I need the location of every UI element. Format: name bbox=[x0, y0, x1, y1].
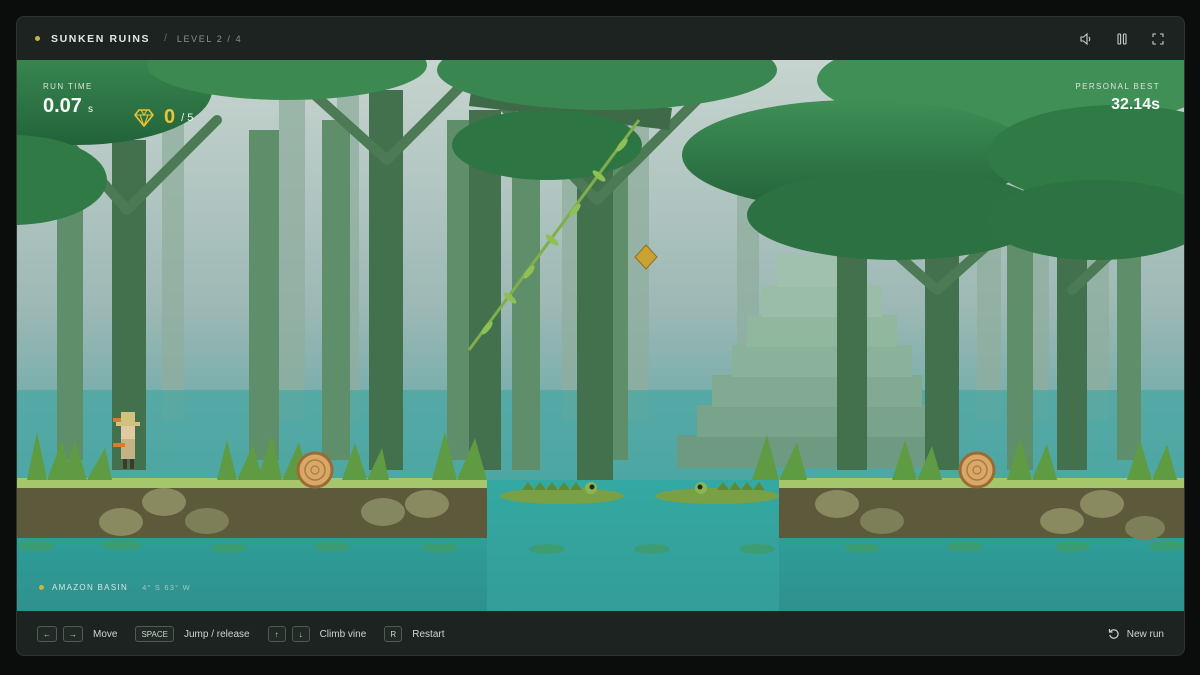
pause-icon[interactable] bbox=[1114, 31, 1130, 47]
log-left bbox=[296, 451, 334, 489]
key-r[interactable]: R bbox=[384, 626, 403, 642]
personal-best-value: 32.14s bbox=[1111, 96, 1160, 113]
breadcrumb-separator: / bbox=[164, 33, 167, 44]
key-down[interactable]: ↓ bbox=[291, 626, 310, 642]
level-progress: LEVEL 2 / 4 bbox=[176, 33, 243, 44]
diamond-icon bbox=[134, 108, 154, 127]
run-time-label: RUN TIME bbox=[43, 82, 93, 91]
personal-best: PERSONAL BEST 32.14s bbox=[1075, 82, 1160, 114]
level-status-dot bbox=[35, 36, 40, 41]
run-time-unit: s bbox=[87, 104, 93, 115]
run-time: RUN TIME 0.07 s bbox=[43, 82, 93, 118]
game-window: SUNKEN RUINS / LEVEL 2 / 4 RUN TIME 0.07… bbox=[16, 16, 1185, 656]
new-run-label: New run bbox=[1126, 628, 1164, 640]
location-name: AMAZON BASIN bbox=[52, 583, 129, 592]
gem-counter: 0 / 5 bbox=[134, 106, 193, 129]
control-jump: SPACE Jump / release bbox=[135, 626, 250, 642]
gems-collected: 0 bbox=[164, 106, 176, 128]
log-right bbox=[958, 451, 996, 489]
restart-icon bbox=[1108, 629, 1119, 639]
key-up[interactable]: ↑ bbox=[267, 626, 286, 642]
control-restart-label: Restart bbox=[412, 628, 445, 640]
fullscreen-icon[interactable] bbox=[1150, 31, 1166, 47]
left-bank bbox=[17, 478, 487, 538]
game-scene bbox=[17, 60, 1184, 611]
control-jump-label: Jump / release bbox=[183, 628, 250, 640]
control-restart: R Restart bbox=[384, 626, 445, 642]
key-right[interactable]: → bbox=[63, 626, 83, 642]
key-space[interactable]: SPACE bbox=[135, 626, 174, 642]
gems-total: / 5 bbox=[181, 111, 194, 124]
control-move-label: Move bbox=[93, 628, 118, 640]
control-move: ← → Move bbox=[37, 626, 117, 642]
location-tag: AMAZON BASIN 4° S 63° W bbox=[39, 583, 191, 592]
control-climb: ↑ ↓ Climb vine bbox=[267, 626, 367, 642]
window-controls bbox=[1078, 31, 1166, 47]
new-run-button[interactable]: New run bbox=[1108, 628, 1164, 640]
control-climb-label: Climb vine bbox=[319, 628, 367, 640]
level-name: SUNKEN RUINS bbox=[51, 32, 151, 45]
top-bar: SUNKEN RUINS / LEVEL 2 / 4 bbox=[17, 17, 1184, 60]
personal-best-label: PERSONAL BEST bbox=[1075, 82, 1160, 91]
location-coords: 4° S 63° W bbox=[142, 583, 191, 592]
game-viewport[interactable]: RUN TIME 0.07 s 0 / 5 PERSONAL BEST 32.1… bbox=[17, 60, 1184, 611]
volume-icon[interactable] bbox=[1078, 31, 1094, 47]
key-left[interactable]: ← bbox=[37, 626, 57, 642]
run-time-value: 0.07 bbox=[43, 95, 82, 117]
controls-bar: ← → Move SPACE Jump / release ↑ ↓ Climb … bbox=[17, 611, 1184, 655]
location-dot bbox=[39, 585, 44, 590]
